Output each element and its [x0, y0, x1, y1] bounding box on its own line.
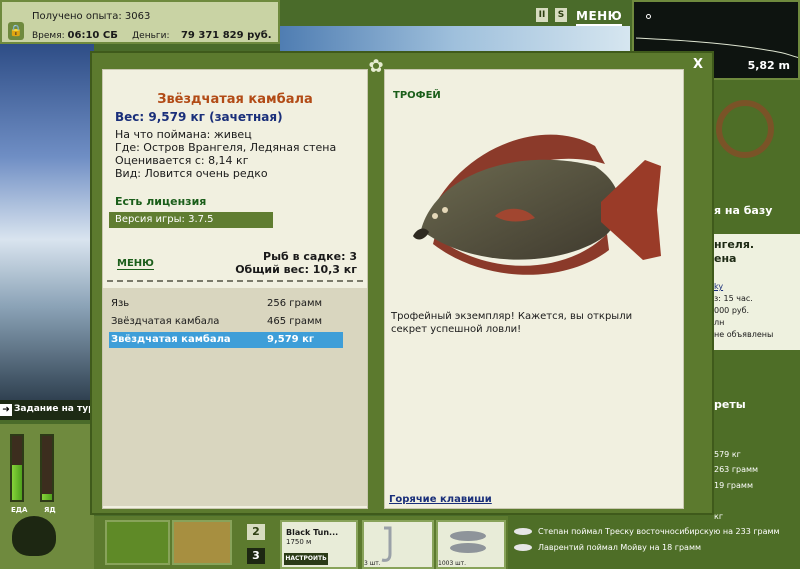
- experience-row: Получено опыта: 3063: [32, 11, 150, 22]
- trophy-pane: ТРОФЕЙ Трофейный экземпляр! Кажется, вы …: [384, 69, 684, 509]
- catch-weight: 9,579 кг: [267, 334, 315, 345]
- lock-icon[interactable]: 🔒: [8, 22, 24, 40]
- trophy-label: ТРОФЕЙ: [393, 90, 441, 101]
- catch-list: Язь 256 грамм Звёздчатая камбала 465 гра…: [103, 288, 367, 506]
- hotkeys-link[interactable]: Горячие клавиши: [389, 494, 492, 505]
- news-item: 19 грамм: [714, 481, 753, 490]
- money-label: Деньги:: [132, 31, 170, 41]
- pause-button[interactable]: II: [536, 8, 548, 22]
- pot-icon[interactable]: [12, 516, 56, 556]
- location-line-2: з: 15 час.: [714, 294, 753, 303]
- news-item: кг: [714, 512, 724, 521]
- estimated-from: Оценивается с: 8,14 кг: [115, 154, 249, 167]
- close-button[interactable]: X: [690, 57, 706, 73]
- catch-name: Звёздчатая камбала: [111, 316, 220, 327]
- catch-row[interactable]: Язь 256 грамм: [109, 296, 343, 312]
- location-line-4: лн: [714, 318, 725, 327]
- game-version: Версия игры: 3.7.5: [109, 212, 273, 228]
- catch-name: Звёздчатая камбала: [111, 334, 231, 345]
- to-base-button[interactable]: я на базу: [714, 204, 800, 217]
- location-link[interactable]: ky: [714, 282, 723, 291]
- arrow-right-icon[interactable]: ➜: [0, 404, 12, 416]
- caught-where: Где: Остров Врангеля, Ледяная стена: [115, 141, 337, 154]
- news-item: Лаврентий поймал Мойву на 18 грамм: [514, 543, 701, 557]
- fish-weight: Вес: 9,579 кг (зачетная): [115, 110, 283, 124]
- bait-fish-icon: [450, 531, 486, 553]
- location-info: нгеля. ена ky з: 15 час. 000 руб. лн не …: [714, 234, 800, 350]
- experience-label: Получено опыта:: [32, 11, 122, 22]
- fish-icon: [514, 544, 532, 551]
- news-item: 579 кг: [714, 450, 741, 459]
- secrets-header[interactable]: реты: [714, 398, 800, 411]
- divider: [107, 280, 363, 282]
- caught-on: На что поймана: живец: [115, 128, 252, 141]
- bait-count: 1003 шт.: [438, 560, 467, 567]
- hook-count: 3 шт.: [364, 560, 381, 567]
- vegetables-icon[interactable]: [105, 520, 170, 565]
- location-title-2: ена: [714, 252, 737, 265]
- line-name: Black Tun...: [286, 528, 339, 537]
- news-text: Степан поймал Треску восточносибирскую н…: [538, 527, 780, 536]
- trophy-description: Трофейный экземпляр! Кажется, вы открыли…: [391, 311, 633, 335]
- food-label: ЕДА: [11, 506, 28, 514]
- time-value: 06:10 СБ: [67, 30, 118, 41]
- catch-info-pane: Звёздчатая камбала Вес: 9,579 кг (зачетн…: [102, 69, 368, 509]
- main-menu-button[interactable]: МЕНЮ: [576, 6, 622, 26]
- food-bar: [10, 434, 24, 502]
- poison-fill: [42, 493, 52, 500]
- location-line-5: не объявлены: [714, 330, 774, 339]
- catch-weight: 465 грамм: [267, 316, 323, 327]
- time-label: Время:: [32, 31, 65, 41]
- poison-bar: [40, 434, 54, 502]
- time-money-row: Время: 06:10 СБ Деньги: 79 371 829 руб.: [32, 30, 272, 41]
- money-value: 79 371 829 руб.: [180, 30, 272, 41]
- flounder-fish-icon: [413, 134, 661, 275]
- ship-wheel-icon[interactable]: [716, 100, 774, 158]
- catch-dialog: ✿ X Звёздчатая камбала Вес: 9,579 кг (за…: [90, 51, 714, 515]
- fish-in-cage: Рыб в садке: 3: [263, 250, 357, 263]
- fishing-scene[interactable]: [0, 44, 94, 420]
- total-weight: Общий вес: 10,3 кг: [235, 263, 357, 276]
- news-item: Степан поймал Треску восточносибирскую н…: [514, 527, 780, 541]
- menu-link[interactable]: МЕНЮ: [117, 258, 154, 270]
- sound-button[interactable]: S: [555, 8, 567, 22]
- tune-button[interactable]: НАСТРОИТЬ: [284, 553, 328, 565]
- status-bars: ЕДА ЯД: [0, 424, 94, 569]
- species-rarity: Вид: Ловится очень редко: [115, 167, 268, 180]
- catch-row[interactable]: Звёздчатая камбала 465 грамм: [109, 314, 343, 330]
- location-title-1: нгеля.: [714, 238, 755, 251]
- food-fill: [12, 464, 22, 500]
- fish-title: Звёздчатая камбала: [157, 92, 313, 107]
- line-length: 1750 м: [286, 538, 312, 546]
- depth-value: 5,82 m: [747, 59, 790, 72]
- status-bar: 🔒 Получено опыта: 3063 Время: 06:10 СБ Д…: [0, 0, 280, 44]
- location-line-3: 000 руб.: [714, 306, 750, 315]
- catch-row-selected[interactable]: Звёздчатая камбала 9,579 кг: [109, 332, 343, 348]
- rod-slot-2-button[interactable]: 2: [247, 524, 265, 540]
- bucket-icon[interactable]: [172, 520, 232, 565]
- license-status: Есть лицензия: [115, 195, 207, 208]
- news-text: Лаврентий поймал Мойву на 18 грамм: [538, 543, 702, 552]
- experience-value: 3063: [124, 11, 151, 22]
- catch-weight: 256 грамм: [267, 298, 323, 309]
- task-link[interactable]: Задание на тур: [14, 404, 95, 414]
- catch-name: Язь: [111, 298, 130, 309]
- news-item: 263 грамм: [714, 465, 759, 474]
- hook-icon: [381, 526, 392, 562]
- poison-label: ЯД: [44, 506, 56, 514]
- fish-icon: [514, 528, 532, 535]
- sky-strip: [280, 26, 630, 52]
- rod-slot-3-button[interactable]: 3: [247, 548, 265, 564]
